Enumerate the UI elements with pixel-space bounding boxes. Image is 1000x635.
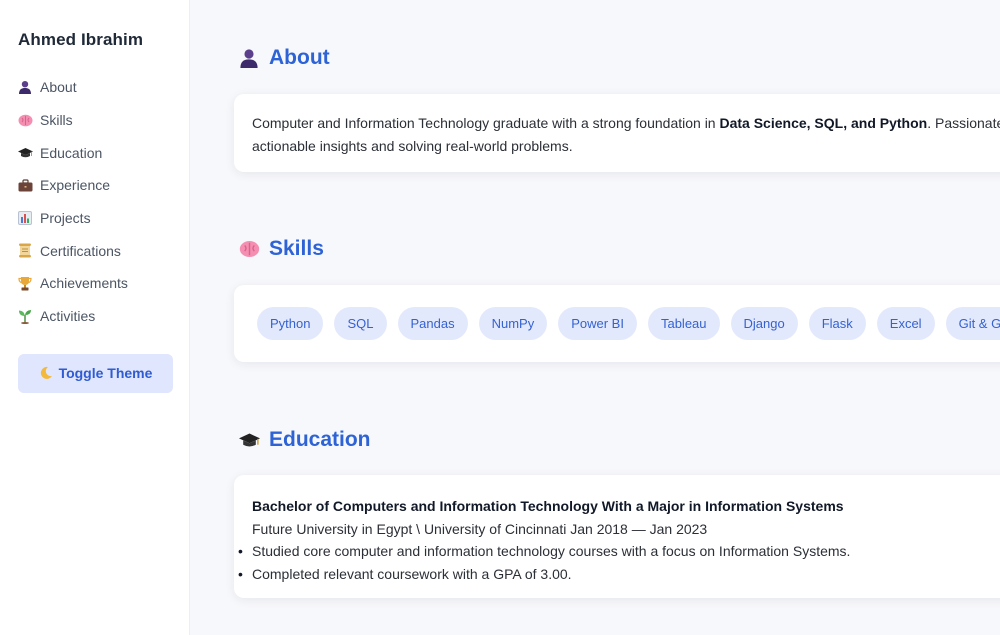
skill-chip[interactable]: Python <box>257 307 324 340</box>
about-text-cont: . Passionate about <box>927 115 1000 131</box>
graduation-cap-icon <box>238 429 260 451</box>
degree-title: Bachelor of Computers and Information Te… <box>252 498 844 514</box>
about-card: Computer and Information Technology grad… <box>234 94 1000 172</box>
seedling-icon <box>18 308 40 324</box>
skills-card: Python SQL Pandas NumPy Power BI Tableau… <box>234 285 1000 362</box>
sidebar-item-experience[interactable]: Experience <box>18 169 171 202</box>
sidebar-item-label: Projects <box>40 210 91 227</box>
brain-icon <box>18 112 40 128</box>
sidebar-item-label: Activities <box>40 308 96 325</box>
list-item: Studied core computer and information te… <box>238 540 1000 563</box>
skills-title: Skills <box>269 237 324 260</box>
person-icon <box>18 79 40 95</box>
crescent-moon-icon <box>39 366 53 380</box>
main-content: About Computer and Information Technolog… <box>190 0 1000 635</box>
about-heading: About <box>238 46 330 70</box>
skill-chip[interactable]: Git & GitHub <box>945 307 1000 340</box>
bar-chart-icon <box>18 210 40 226</box>
skill-chip[interactable]: NumPy <box>478 307 548 340</box>
about-text: Computer and Information Technology grad… <box>252 115 720 131</box>
sidebar-item-skills[interactable]: Skills <box>18 104 171 137</box>
sidebar: Ahmed Ibrahim About Skills Education Exp… <box>0 0 190 635</box>
brain-icon <box>238 238 260 260</box>
school-dates: Future University in Egypt \ University … <box>252 520 708 537</box>
education-heading: Education <box>238 428 371 452</box>
sidebar-item-activities[interactable]: Activities <box>18 300 171 333</box>
sidebar-name: Ahmed Ibrahim <box>18 30 144 49</box>
about-title: About <box>269 46 330 69</box>
sidebar-item-label: Achievements <box>40 275 128 292</box>
skill-chip[interactable]: Tableau <box>647 307 720 340</box>
sidebar-item-certifications[interactable]: Certifications <box>18 234 171 267</box>
about-highlight: Data Science, SQL, and Python <box>719 115 928 131</box>
sidebar-item-label: About <box>40 79 77 96</box>
trophy-icon <box>18 275 40 291</box>
education-bullets: Studied core computer and information te… <box>238 540 1000 586</box>
skill-chip[interactable]: SQL <box>334 307 387 340</box>
toggle-theme-button[interactable]: Toggle Theme <box>18 353 173 393</box>
sidebar-item-about[interactable]: About <box>18 71 171 104</box>
briefcase-icon <box>18 177 40 193</box>
education-card: Bachelor of Computers and Information Te… <box>234 475 1000 598</box>
about-line-2: actionable insights and solving real-wor… <box>252 137 573 154</box>
sidebar-item-label: Experience <box>40 177 111 194</box>
skill-chip[interactable]: Django <box>730 307 798 340</box>
list-item: Completed relevant coursework with a GPA… <box>238 563 1000 586</box>
skill-chip[interactable]: Excel <box>876 307 935 340</box>
skill-chip[interactable]: Flask <box>808 307 866 340</box>
education-title: Education <box>269 428 371 451</box>
skill-chip[interactable]: Power BI <box>558 307 637 340</box>
scroll-icon <box>18 243 40 259</box>
skills-heading: Skills <box>238 237 324 261</box>
graduation-cap-icon <box>18 145 40 161</box>
sidebar-item-projects[interactable]: Projects <box>18 202 171 235</box>
toggle-theme-label: Toggle Theme <box>58 365 153 381</box>
sidebar-item-label: Skills <box>40 112 73 129</box>
sidebar-item-achievements[interactable]: Achievements <box>18 267 171 300</box>
about-line-1: Computer and Information Technology grad… <box>252 112 1000 135</box>
sidebar-item-label: Education <box>40 144 103 161</box>
person-icon <box>238 47 260 69</box>
sidebar-item-label: Certifications <box>40 242 121 259</box>
sidebar-item-education[interactable]: Education <box>18 136 171 169</box>
skill-chip[interactable]: Pandas <box>397 307 468 340</box>
